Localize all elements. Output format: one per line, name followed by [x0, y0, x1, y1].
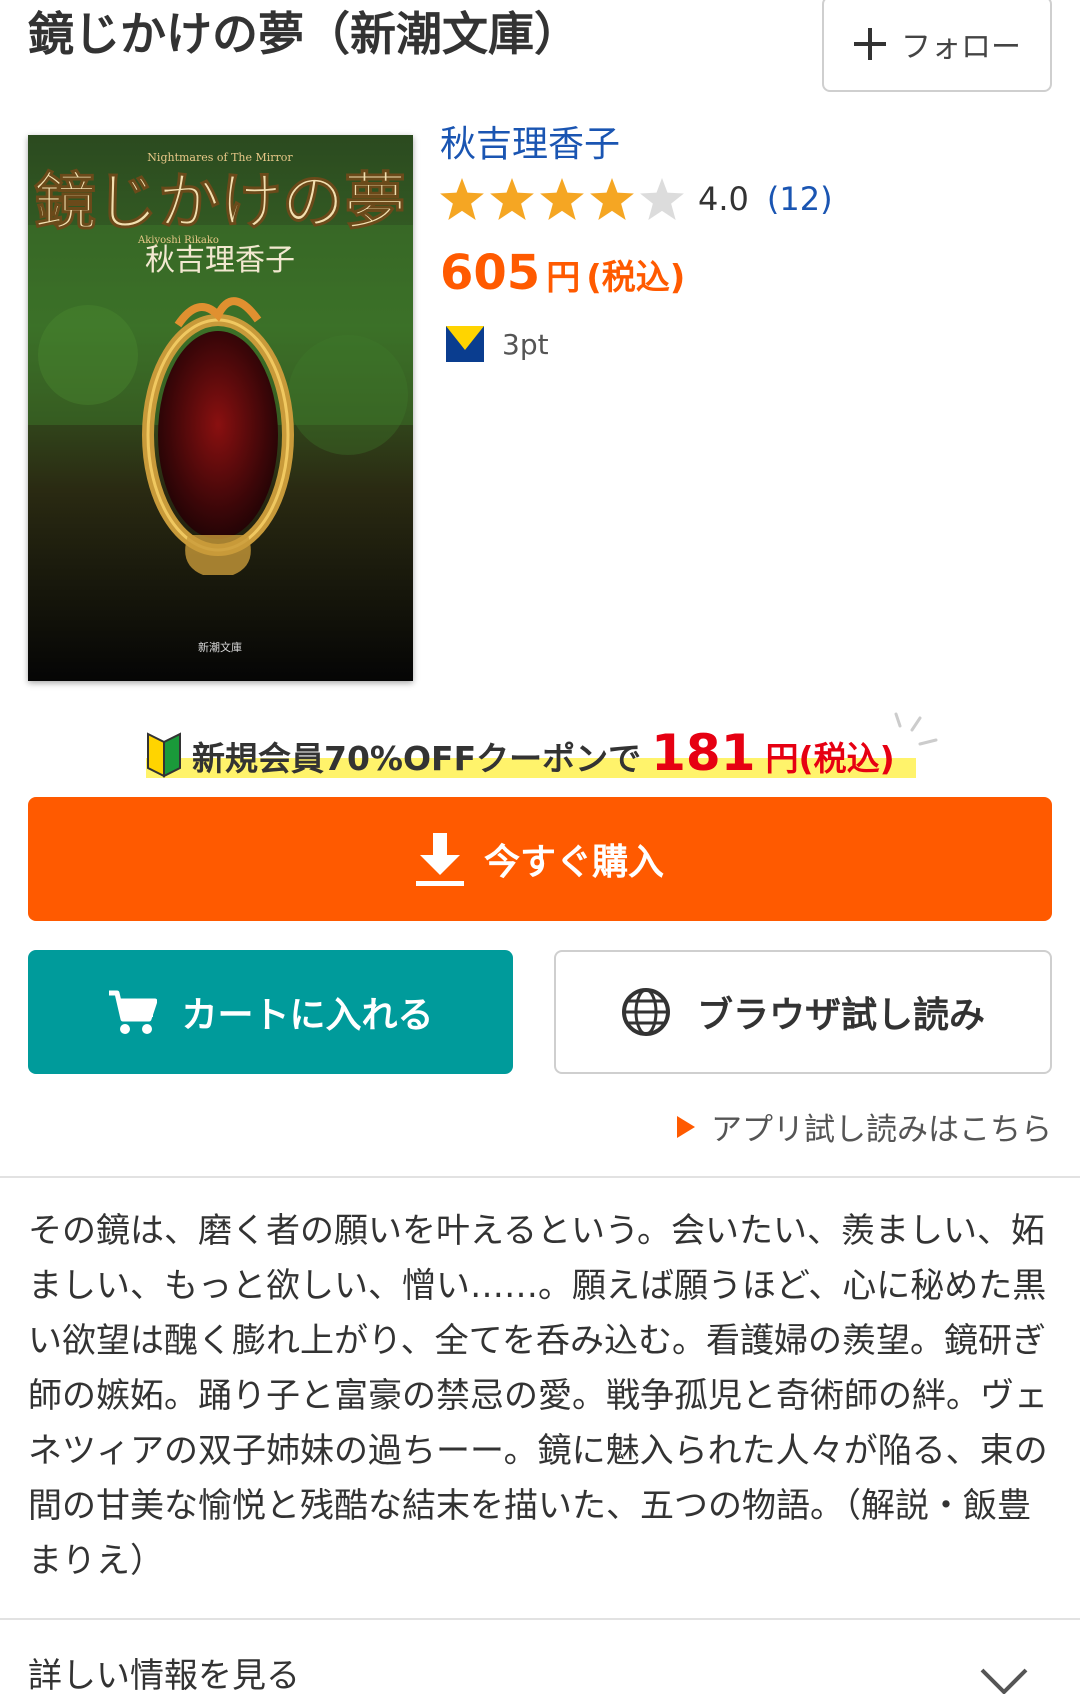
star-empty-icon — [640, 178, 684, 220]
star-icon — [590, 178, 634, 220]
book-description: その鏡は、磨く者の願いを叶えるという。会いたい、羨ましい、妬ましい、もっと欲しい… — [28, 1211, 1048, 1581]
buy-now-label: 今すぐ購入 — [483, 842, 664, 883]
author-link[interactable]: 秋吉理香子 — [440, 115, 620, 167]
globe-icon — [621, 988, 670, 1036]
triangle-right-icon — [677, 1115, 695, 1138]
price: 605 円 (税込) — [440, 245, 685, 301]
cover-author-jp: 秋吉理香子 — [145, 243, 295, 278]
star-icon — [490, 178, 534, 220]
star-icon — [440, 178, 484, 220]
sparkle-icon — [894, 712, 938, 746]
buy-now-button[interactable]: 今すぐ購入 — [28, 797, 1052, 921]
coupon-yen-tax: 円(税込) — [765, 739, 895, 778]
coupon-amount: 181 — [651, 724, 756, 782]
page-title: 鏡じかけの夢（新潮文庫） — [28, 7, 580, 61]
points-value: 3pt — [502, 327, 549, 361]
price-number: 605 — [440, 245, 541, 301]
add-to-cart-label: カートに入れる — [181, 995, 434, 1036]
coupon-banner: 新規会員70%OFFクーポンで 181 円(税込) — [146, 726, 895, 780]
browser-preview-label: ブラウザ試し読み — [696, 995, 985, 1036]
plus-icon — [854, 28, 886, 60]
book-cover-image[interactable]: Nightmares of The Mirror 鏡じかけの夢 Akiyoshi… — [28, 135, 413, 681]
rating: 4.0 (12) — [440, 178, 833, 220]
star-icon — [540, 178, 584, 220]
details-link[interactable]: 詳しい情報を見る — [28, 1648, 300, 1697]
price-tax: (税込) — [586, 258, 686, 298]
app-preview-label: アプリ試し読みはこちら — [711, 1112, 1052, 1148]
follow-button[interactable]: フォロー — [822, 0, 1052, 92]
browser-preview-button[interactable]: ブラウザ試し読み — [554, 950, 1052, 1074]
add-to-cart-button[interactable]: カートに入れる — [28, 950, 513, 1074]
follow-label: フォロー — [901, 30, 1021, 65]
divider — [0, 1618, 1080, 1620]
points: 3pt — [446, 326, 549, 362]
divider — [0, 1176, 1080, 1178]
rating-stars — [440, 178, 684, 220]
beginner-mark-icon — [147, 732, 181, 778]
price-unit: 円 — [546, 258, 581, 298]
cover-publisher-label: 新潮文庫 — [198, 640, 242, 654]
app-preview-link[interactable]: アプリ試し読みはこちら — [677, 1104, 1052, 1149]
cover-title-text: 鏡じかけの夢 — [34, 165, 406, 238]
cover-subtitle-en: Nightmares of The Mirror — [147, 151, 293, 164]
rating-value: 4.0 — [698, 180, 749, 218]
chevron-down-icon[interactable] — [980, 1668, 1028, 1694]
t-point-icon — [446, 326, 484, 362]
coupon-text: 新規会員70%OFFクーポンで — [192, 739, 642, 778]
cart-icon — [109, 990, 158, 1034]
download-icon — [415, 833, 464, 886]
rating-count-link[interactable]: (12) — [767, 180, 833, 218]
